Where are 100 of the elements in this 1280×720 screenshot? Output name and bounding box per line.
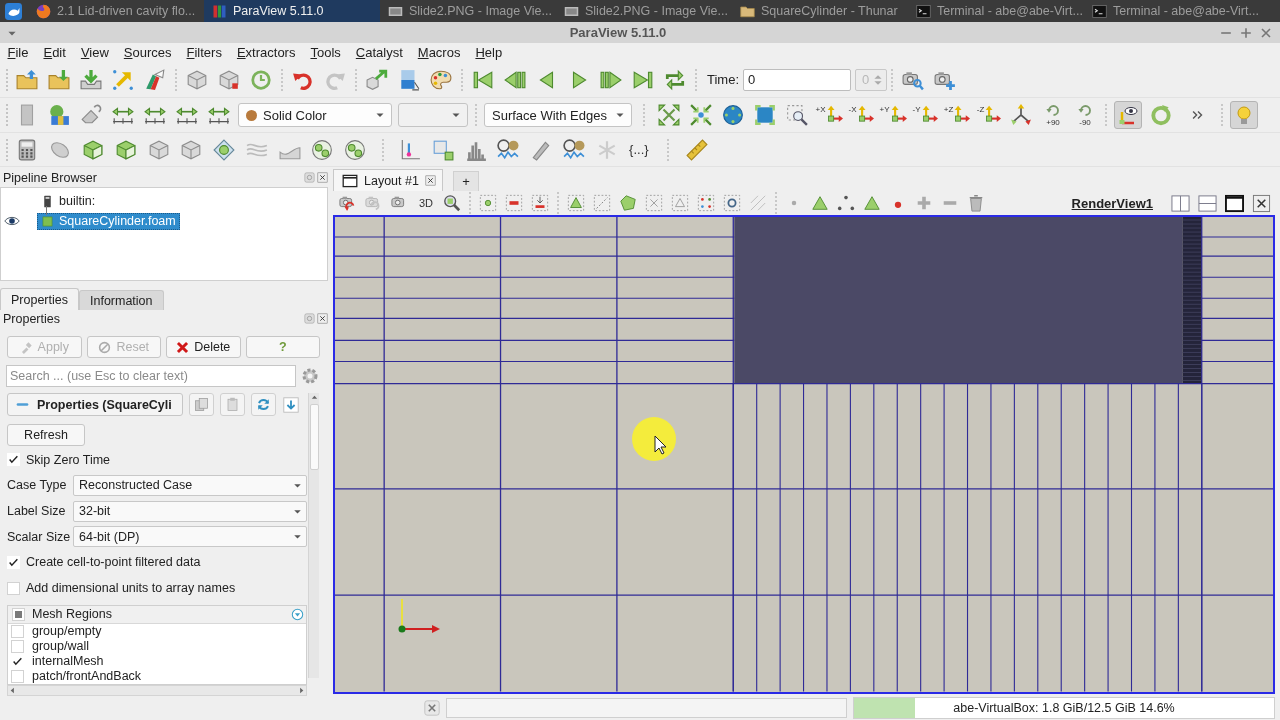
clip-cube-icon[interactable] (81, 138, 104, 161)
menu-item[interactable]: Macros (410, 45, 468, 60)
square-zoom-icon[interactable] (754, 104, 776, 126)
dropdown[interactable]: Reconstructed Case (73, 474, 307, 496)
checkbox[interactable] (7, 581, 20, 595)
zoom-icon[interactable] (443, 194, 461, 213)
selection-plot-icon[interactable] (431, 138, 454, 161)
dropdown[interactable]: 64-bit (DP) (73, 526, 307, 548)
palette-icon[interactable] (430, 68, 452, 91)
taskbar-item[interactable]: SquareCylinder - Thunar (732, 0, 908, 22)
dropdown[interactable]: Surface With Edges (484, 103, 632, 127)
gear-icon[interactable] (300, 366, 320, 386)
color-sphere-icon[interactable] (48, 104, 70, 126)
refresh-button[interactable] (251, 393, 276, 416)
folder-upload-icon[interactable] (16, 68, 38, 91)
layout-tab[interactable]: Layout #1 (333, 169, 443, 192)
globe-icon[interactable] (722, 104, 744, 126)
view-direction-button[interactable]: -Y (910, 102, 940, 128)
dot-grid-icon[interactable] (697, 194, 715, 213)
checkbox[interactable] (11, 625, 24, 638)
taskbar-item[interactable]: Terminal - abe@abe-Virt... (1084, 0, 1260, 22)
taskbar-item[interactable]: 2.1 Lid-driven cavity flo... (28, 0, 204, 22)
line-plot-icon[interactable] (399, 138, 421, 161)
reset-camera-icon[interactable] (658, 104, 680, 126)
new-tab-button[interactable]: + (452, 171, 479, 192)
camera-mode-button[interactable]: 3D (417, 197, 435, 210)
tab[interactable]: Properties (0, 288, 79, 310)
previous-frame-icon[interactable] (504, 68, 526, 91)
view-direction-button[interactable]: +X (814, 102, 844, 128)
search-field[interactable]: Search ... (use Esc to clear text) (6, 365, 296, 387)
rotate-button[interactable]: -90 (1070, 101, 1100, 129)
menu-item[interactable]: Extractors (229, 45, 303, 60)
cube-arrow-icon[interactable] (366, 68, 388, 91)
view-direction-button[interactable]: +Y (878, 102, 908, 128)
clock-reset-icon[interactable] (250, 68, 272, 91)
circle-caret-icon[interactable] (291, 608, 304, 621)
dropdown[interactable]: 32-bit (73, 500, 307, 522)
view-direction-button[interactable]: -Z (974, 102, 1004, 128)
menu-item[interactable]: Tools (302, 45, 349, 60)
menu-item[interactable]: Sources (116, 45, 180, 60)
triangle-icon[interactable] (863, 194, 881, 213)
center-arrows-icon[interactable] (690, 104, 712, 126)
eraser-icon[interactable] (80, 104, 102, 126)
taskbar-item[interactable]: Slide2.PNG - Image Vie... (556, 0, 732, 22)
select-polygon-icon[interactable] (619, 194, 637, 213)
circles-icon[interactable] (344, 138, 367, 161)
close-icon[interactable] (1252, 193, 1271, 213)
download-tray-icon[interactable] (80, 68, 102, 91)
right-arrow-icon[interactable] (297, 686, 306, 695)
checkbox[interactable] (11, 655, 24, 668)
view-direction-button[interactable]: +Z (942, 102, 972, 128)
triangle-dots-icon[interactable] (837, 194, 855, 213)
tab[interactable]: Information (79, 290, 164, 310)
app-menu-icon[interactable] (5, 2, 22, 20)
menu-item[interactable]: Edit (35, 45, 74, 60)
orientation-axes-toggle[interactable] (1114, 101, 1142, 129)
double-chevron-icon[interactable] (1191, 108, 1205, 122)
refresh-button[interactable]: Refresh (7, 424, 85, 446)
close-icon[interactable] (424, 175, 436, 187)
rotate-circle-icon[interactable] (1150, 104, 1172, 126)
slice-cube-icon[interactable] (114, 138, 137, 161)
time-plot-icon[interactable] (497, 138, 520, 161)
trash-icon[interactable] (967, 194, 985, 213)
next-frame-icon[interactable] (600, 68, 622, 91)
checkbox[interactable] (12, 608, 25, 621)
cube-icon[interactable] (218, 68, 240, 91)
taskbar-item[interactable]: ParaView 5.11.0 (204, 0, 380, 22)
menu-item[interactable]: Catalyst (348, 45, 411, 60)
taskbar-item[interactable]: Terminal - abe@abe-Virt... (908, 0, 1084, 22)
select-cells-icon[interactable] (567, 194, 585, 213)
select-points-icon[interactable] (479, 194, 497, 213)
left-arrow-icon[interactable] (8, 686, 17, 695)
copy-button[interactable] (189, 393, 214, 416)
close-icon[interactable] (317, 313, 328, 324)
maximize-icon[interactable] (1225, 193, 1244, 213)
select-minus-icon[interactable] (505, 194, 523, 213)
close-icon[interactable] (317, 172, 328, 183)
split-vertical-icon[interactable] (1198, 193, 1217, 213)
cube-icon[interactable] (186, 68, 208, 91)
view-direction-button[interactable]: -X (846, 102, 876, 128)
cube-icon[interactable] (180, 138, 203, 161)
braces-button[interactable]: {...} (629, 142, 649, 157)
menu-item[interactable]: View (73, 45, 117, 60)
menu-item[interactable]: File (0, 45, 36, 60)
checkbox[interactable] (7, 453, 20, 467)
mesh-render[interactable] (335, 217, 1273, 692)
abort-icon[interactable] (424, 700, 440, 716)
folder-download-icon[interactable] (48, 68, 70, 91)
menu-item[interactable]: Help (467, 45, 510, 60)
tree-item[interactable]: builtin: (37, 192, 100, 210)
spray-brush-icon[interactable] (144, 68, 166, 91)
select-frustum-icon[interactable] (671, 194, 689, 213)
loop-icon[interactable] (664, 68, 686, 91)
dropdown[interactable]: Solid Color (238, 103, 392, 127)
triangle-icon[interactable] (811, 194, 829, 213)
menu-item[interactable]: Filters (179, 45, 230, 60)
select-zoom-icon[interactable] (723, 194, 741, 213)
ruler-icon[interactable] (685, 138, 708, 161)
checkbox[interactable] (11, 670, 24, 683)
time-plot-icon[interactable] (562, 138, 585, 161)
